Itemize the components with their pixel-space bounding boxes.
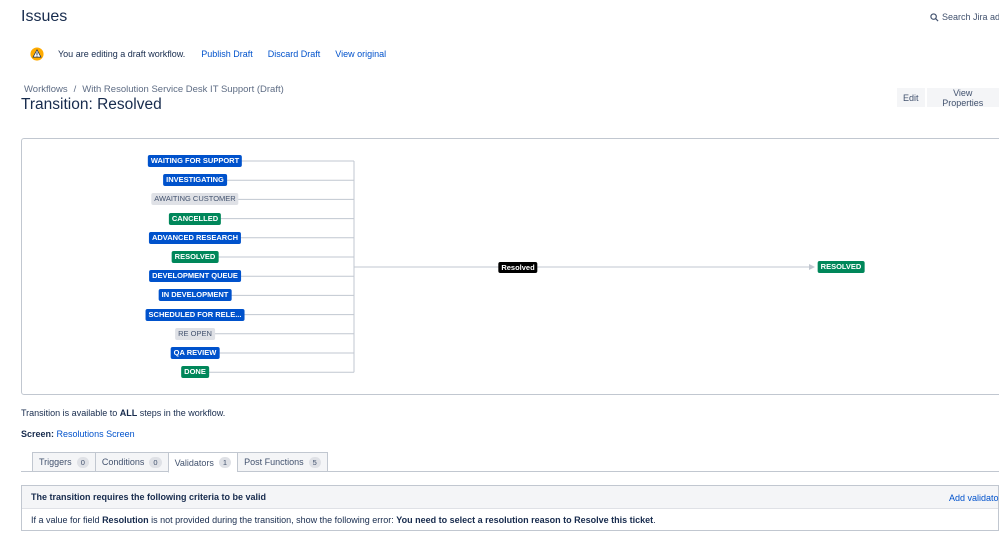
transition-tabs: Triggers 0 Conditions 0 Validators 1 Post Func… <box>32 452 328 473</box>
screen-info: Screen: Resolutions Screen <box>21 429 135 439</box>
source-status-lozenge: RE OPEN <box>175 327 215 340</box>
search-trigger[interactable]: Search Jira adm <box>930 12 999 22</box>
target-status-lozenge: RESOLVED <box>817 261 865 273</box>
tab-count-badge: 5 <box>308 456 321 468</box>
tab-triggers[interactable]: Triggers 0 <box>32 452 95 472</box>
search-label: Search Jira adm <box>942 12 999 22</box>
source-status-lozenge: DEVELOPMENT QUEUE <box>149 270 241 283</box>
page-title: Transition: Resolved <box>21 96 162 113</box>
tab-label: Conditions <box>101 457 145 467</box>
warning-icon <box>30 47 44 61</box>
tab-post-functions[interactable]: Post Functions 5 <box>237 452 328 472</box>
publish-draft-link[interactable]: Publish Draft <box>201 49 253 59</box>
source-status-lozenge: INVESTIGATING <box>163 174 227 187</box>
breadcrumb-separator: / <box>73 84 77 95</box>
source-status-lozenge: WAITING FOR SUPPORT <box>147 155 243 167</box>
tab-count-badge: 0 <box>149 456 162 468</box>
transition-label[interactable]: Resolved <box>498 261 538 273</box>
screen-link[interactable]: Resolutions Screen <box>57 429 135 439</box>
source-status-lozenge: QA REVIEW <box>170 347 220 359</box>
add-validator-link[interactable]: Add validator <box>949 493 999 503</box>
availability-emphasis: ALL <box>119 408 138 418</box>
draft-message: You are editing a draft workflow. <box>58 49 186 59</box>
view-original-link[interactable]: View original <box>335 49 386 59</box>
breadcrumb-workflow-name[interactable]: With Resolution Service Desk IT Support … <box>82 84 284 95</box>
validator-text-1: If a value for field <box>31 515 100 525</box>
tab-count-badge: 1 <box>218 457 232 468</box>
draft-warning-bar: You are editing a draft workflow. Publis… <box>30 47 401 61</box>
availability-prefix: Transition is available to <box>21 408 118 418</box>
discard-draft-link[interactable]: Discard Draft <box>268 49 321 59</box>
source-status-lozenge: IN DEVELOPMENT <box>158 289 232 302</box>
tab-label: Triggers <box>39 457 72 467</box>
tab-validators[interactable]: Validators 1 <box>167 452 238 473</box>
arrow-head-icon <box>809 264 815 270</box>
page-heading: Issues <box>21 8 68 25</box>
source-status-lozenge: CANCELLED <box>168 212 222 225</box>
validator-heading: The transition requires the following cr… <box>22 486 999 509</box>
source-status-lozenge: ADVANCED RESEARCH <box>148 231 242 244</box>
tab-conditions[interactable]: Conditions 0 <box>94 452 168 472</box>
edit-button[interactable]: Edit <box>897 88 925 107</box>
page-actions: Edit View Properties <box>897 88 999 108</box>
validator-error: You need to select a resolution reason t… <box>396 515 654 525</box>
page-header: Issues <box>21 8 67 26</box>
breadcrumb: Workflows / With Resolution Service Desk I… <box>24 84 284 95</box>
tab-label: Validators <box>174 457 214 468</box>
validator-text-2: is not provided during the transition, s… <box>151 515 394 525</box>
source-status-lozenge: RESOLVED <box>171 251 219 263</box>
view-properties-button[interactable]: View Properties <box>926 88 999 108</box>
tab-count-badge: 0 <box>76 456 89 468</box>
source-status-lozenge: AWAITING CUSTOMER <box>151 193 239 206</box>
tab-label: Post Functions <box>244 457 304 467</box>
validator-field: Resolution <box>102 515 149 525</box>
validator-text-3: . <box>653 515 656 525</box>
validator-panel: The transition requires the following cr… <box>21 485 999 531</box>
search-icon <box>930 12 939 22</box>
availability-text: Transition is available to ALL steps in … <box>21 408 225 418</box>
source-status-lozenge: DONE <box>181 366 209 379</box>
transition-diagram: WAITING FOR SUPPORT INVESTIGATING AWAITING… <box>21 138 999 395</box>
availability-suffix: steps in the workflow. <box>139 408 226 418</box>
source-status-lozenge: SCHEDULED FOR RELE... <box>145 308 245 321</box>
screen-label: Screen <box>21 429 52 439</box>
validator-heading-text: The transition requires the following cr… <box>31 492 267 502</box>
breadcrumb-workflows[interactable]: Workflows <box>24 84 68 95</box>
validator-rule: If a value for field Resolution is not p… <box>22 509 998 525</box>
